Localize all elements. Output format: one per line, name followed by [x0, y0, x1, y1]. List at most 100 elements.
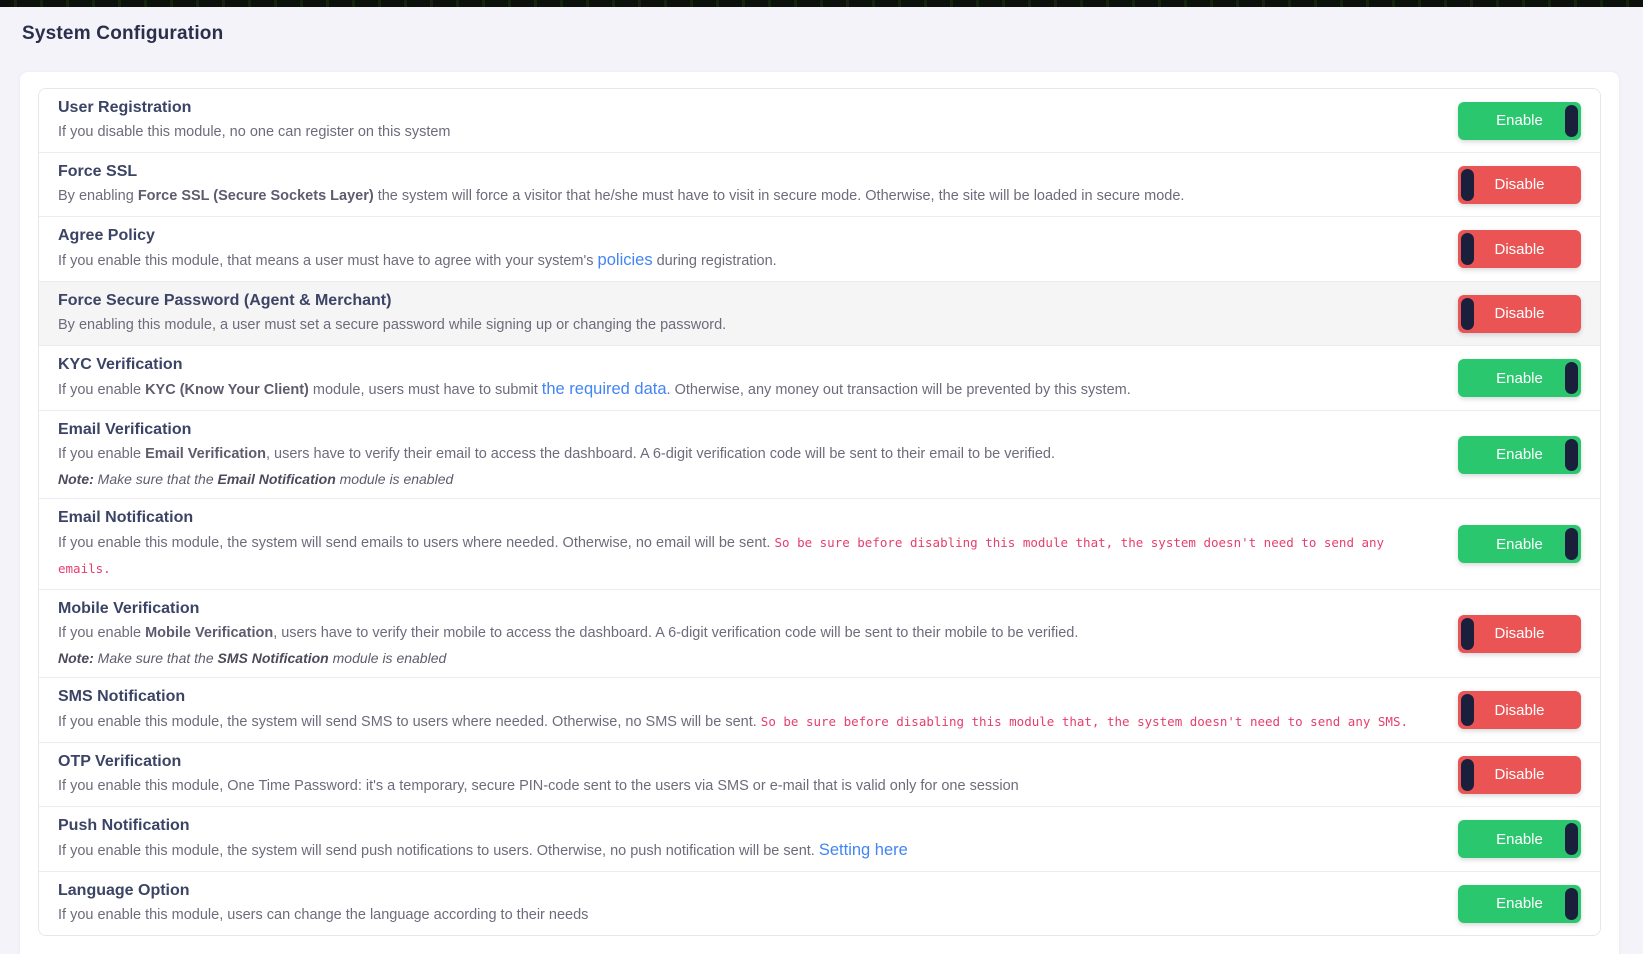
- module-title: Email Notification: [58, 506, 1440, 530]
- force-ssl-toggle-button[interactable]: Disable: [1458, 166, 1581, 204]
- text-segment: If you enable this module, the system wi…: [58, 535, 775, 551]
- inline-link[interactable]: the required data: [542, 380, 667, 398]
- text-segment: By enabling: [58, 188, 138, 204]
- module-row-email-verification: Email Verification If you enable Email V…: [39, 411, 1600, 499]
- toggle-label: Disable: [1494, 305, 1544, 322]
- module-title: KYC Verification: [58, 353, 1440, 377]
- text-segment: , users have to verify their email to ac…: [266, 446, 1055, 462]
- module-title: Email Verification: [58, 418, 1440, 442]
- text-segment: during registration.: [653, 253, 777, 269]
- mobile-verification-toggle-button[interactable]: Disable: [1458, 615, 1581, 653]
- toggle-label: Enable: [1496, 112, 1543, 129]
- module-row-user-registration: User Registration If you disable this mo…: [39, 89, 1600, 153]
- module-row-push-notification: Push Notification If you enable this mod…: [39, 807, 1600, 872]
- module-title: Language Option: [58, 879, 1440, 903]
- module-row-kyc-verification: KYC Verification If you enable KYC (Know…: [39, 346, 1600, 411]
- text-segment: If you enable this module, the system wi…: [58, 714, 761, 730]
- module-note: Note: Make sure that the Email Notificat…: [58, 467, 1440, 491]
- text-segment: By enabling this module, a user must set…: [58, 317, 726, 333]
- page-title: System Configuration: [22, 23, 1621, 45]
- text-segment: . Otherwise, any money out transaction w…: [667, 382, 1131, 398]
- module-row-agree-policy: Agree Policy If you enable this module, …: [39, 217, 1600, 282]
- toggle-knob-icon: [1565, 362, 1578, 394]
- module-note: Note: Make sure that the SMS Notificatio…: [58, 646, 1440, 670]
- module-description: If you enable this module, that means a …: [58, 248, 1440, 274]
- toggle-knob-icon: [1461, 169, 1474, 201]
- sms-notification-toggle-button[interactable]: Disable: [1458, 691, 1581, 729]
- module-description: By enabling this module, a user must set…: [58, 313, 1440, 338]
- push-notification-toggle-button[interactable]: Enable: [1458, 820, 1581, 858]
- text-segment: Make sure that the: [94, 650, 218, 666]
- toggle-knob-icon: [1461, 618, 1474, 650]
- inline-link[interactable]: policies: [598, 251, 653, 269]
- text-segment: Note:: [58, 471, 94, 487]
- page-header: System Configuration: [0, 7, 1643, 59]
- toggle-label: Enable: [1496, 370, 1543, 387]
- text-segment: If you enable this module, that means a …: [58, 253, 598, 269]
- text-segment: module is enabled: [329, 650, 447, 666]
- text-segment: If you enable: [58, 446, 145, 462]
- module-title: Force SSL: [58, 160, 1440, 184]
- module-title: Push Notification: [58, 814, 1440, 838]
- toggle-label: Enable: [1496, 895, 1543, 912]
- module-description: If you enable this module, One Time Pass…: [58, 774, 1440, 799]
- module-description: If you enable this module, the system wi…: [58, 530, 1440, 582]
- text-segment: Mobile Verification: [145, 625, 273, 641]
- text-segment: the system will force a visitor that he/…: [374, 188, 1185, 204]
- configuration-card: User Registration If you disable this mo…: [20, 72, 1619, 954]
- module-title: Mobile Verification: [58, 597, 1440, 621]
- language-option-toggle-button[interactable]: Enable: [1458, 885, 1581, 923]
- module-description: If you enable KYC (Know Your Client) mod…: [58, 377, 1440, 403]
- text-segment: Email Verification: [145, 446, 266, 462]
- module-row-mobile-verification: Mobile Verification If you enable Mobile…: [39, 590, 1600, 678]
- toggle-knob-icon: [1461, 759, 1474, 791]
- text-segment: If you enable this module, users can cha…: [58, 907, 588, 923]
- module-description: If you disable this module, no one can r…: [58, 120, 1440, 145]
- toggle-knob-icon: [1461, 233, 1474, 265]
- email-notification-toggle-button[interactable]: Enable: [1458, 525, 1581, 563]
- text-segment: So be sure before disabling this module …: [761, 714, 1408, 729]
- toggle-label: Enable: [1496, 536, 1543, 553]
- toggle-label: Enable: [1496, 831, 1543, 848]
- module-row-otp-verification: OTP Verification If you enable this modu…: [39, 743, 1600, 807]
- force-secure-password-toggle-button[interactable]: Disable: [1458, 295, 1581, 333]
- text-segment: If you enable this module, the system wi…: [58, 843, 819, 859]
- toggle-knob-icon: [1565, 528, 1578, 560]
- module-row-force-ssl: Force SSL By enabling Force SSL (Secure …: [39, 153, 1600, 217]
- text-segment: , users have to verify their mobile to a…: [273, 625, 1078, 641]
- module-list: User Registration If you disable this mo…: [38, 88, 1601, 936]
- text-segment: Make sure that the: [94, 471, 218, 487]
- toggle-knob-icon: [1565, 105, 1578, 137]
- toggle-label: Disable: [1494, 625, 1544, 642]
- otp-verification-toggle-button[interactable]: Disable: [1458, 756, 1581, 794]
- module-description: By enabling Force SSL (Secure Sockets La…: [58, 184, 1440, 209]
- module-row-sms-notification: SMS Notification If you enable this modu…: [39, 678, 1600, 743]
- text-segment: If you enable: [58, 382, 145, 398]
- toggle-knob-icon: [1461, 298, 1474, 330]
- text-segment: module, users must have to submit: [309, 382, 542, 398]
- toggle-label: Enable: [1496, 446, 1543, 463]
- module-description: If you enable this module, the system wi…: [58, 838, 1440, 864]
- module-title: Agree Policy: [58, 224, 1440, 248]
- module-description: If you enable Mobile Verification, users…: [58, 621, 1440, 646]
- email-verification-toggle-button[interactable]: Enable: [1458, 436, 1581, 474]
- module-title: OTP Verification: [58, 750, 1440, 774]
- module-row-email-notification: Email Notification If you enable this mo…: [39, 499, 1600, 590]
- text-segment: If you enable this module, One Time Pass…: [58, 778, 1019, 794]
- module-description: If you enable Email Verification, users …: [58, 442, 1440, 467]
- toggle-label: Disable: [1494, 702, 1544, 719]
- user-registration-toggle-button[interactable]: Enable: [1458, 102, 1581, 140]
- kyc-verification-toggle-button[interactable]: Enable: [1458, 359, 1581, 397]
- inline-link[interactable]: Setting here: [819, 841, 908, 859]
- module-description: If you enable this module, users can cha…: [58, 903, 1440, 928]
- toggle-knob-icon: [1565, 439, 1578, 471]
- text-segment: Force SSL (Secure Sockets Layer): [138, 188, 374, 204]
- module-row-language-option: Language Option If you enable this modul…: [39, 872, 1600, 935]
- text-segment: SMS Notification: [218, 650, 329, 666]
- module-title: Force Secure Password (Agent & Merchant): [58, 289, 1440, 313]
- toggle-label: Disable: [1494, 766, 1544, 783]
- top-window-strip: [0, 0, 1643, 7]
- toggle-knob-icon: [1565, 823, 1578, 855]
- agree-policy-toggle-button[interactable]: Disable: [1458, 230, 1581, 268]
- toggle-label: Disable: [1494, 176, 1544, 193]
